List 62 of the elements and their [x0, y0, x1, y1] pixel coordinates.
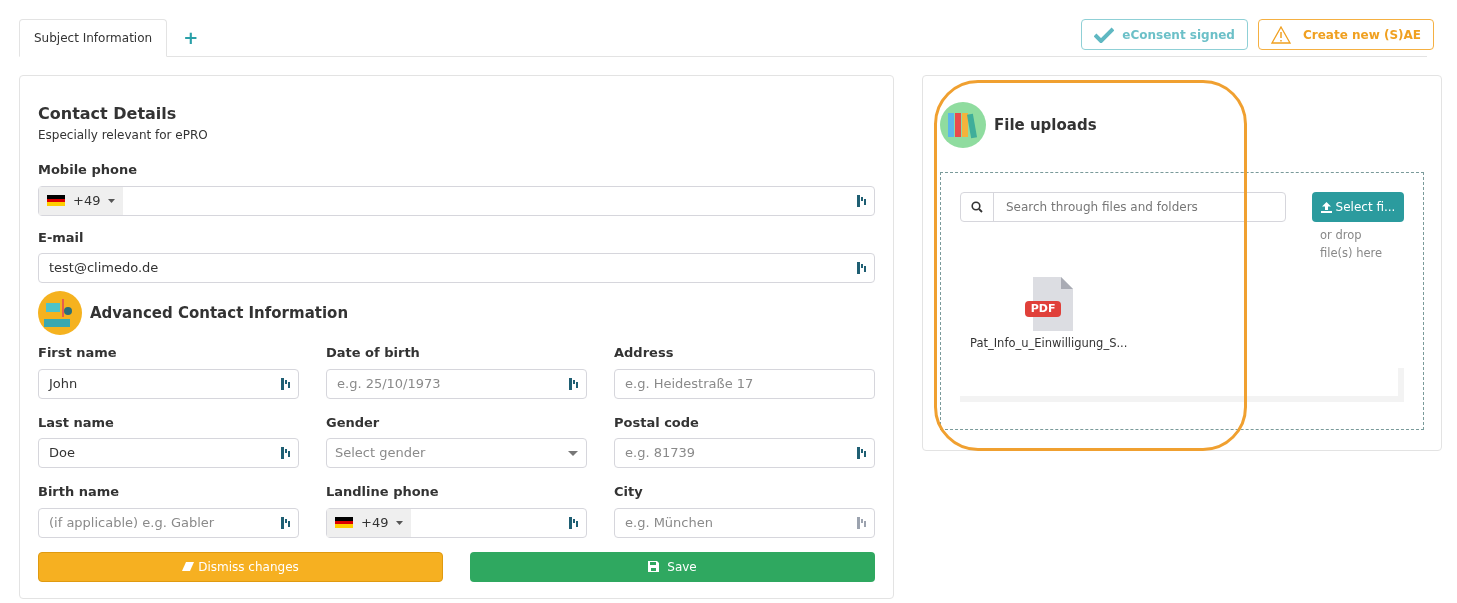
field-label: Postal code [614, 413, 700, 432]
drop-zone[interactable]: Search through files and folders Select fi... or drop file(s) here PDF Pat_Info_u_Einwilligung_S... [940, 172, 1424, 430]
text-field[interactable]: e.g. München [614, 507, 875, 538]
section-title: Contact Details [38, 103, 178, 125]
caret-icon [568, 450, 578, 456]
section-subtitle: Especially relevant for ePRO [38, 127, 209, 144]
dismiss-changes-button[interactable]: Dismiss changes [38, 551, 443, 582]
autofill-icon[interactable] [857, 193, 866, 208]
binders-icon [940, 102, 986, 148]
section-title: Advanced Contact Information [90, 302, 349, 324]
warning-icon [1270, 25, 1291, 44]
field-label: Date of birth [326, 344, 421, 362]
autofill-icon[interactable] [569, 515, 578, 530]
phone-field[interactable]: +49 [38, 185, 875, 216]
file-item[interactable]: PDF Pat_Info_u_Einwilligung_S... [970, 276, 1128, 352]
select-files-button[interactable]: Select fi... [1312, 192, 1404, 222]
search-placeholder: Search through files and folders [1005, 199, 1199, 216]
caret-icon [396, 520, 404, 525]
text-field[interactable]: (if applicable) e.g. Gabler [38, 507, 299, 538]
file-name: Pat_Info_u_Einwilligung_S... [970, 334, 1128, 352]
pdf-badge: PDF [1024, 300, 1062, 318]
contact-illustration-icon [38, 291, 82, 335]
autofill-icon[interactable] [569, 376, 578, 391]
drop-hint: or drop file(s) here [1319, 227, 1384, 262]
field-label: Mobile phone [38, 161, 138, 179]
field-label: Last name [38, 413, 115, 432]
checkmark-icon [1094, 26, 1115, 43]
autofill-icon[interactable] [281, 376, 290, 391]
text-field[interactable]: e.g. 25/10/1973 [326, 368, 587, 399]
add-tab-button[interactable]: + [167, 19, 215, 56]
tab[interactable]: Subject Information [19, 19, 168, 57]
autofill-icon[interactable] [857, 261, 866, 275]
autofill-icon[interactable] [281, 515, 290, 530]
caret-icon [108, 198, 116, 203]
search-icon [971, 201, 983, 213]
gender-select[interactable]: Select gender [326, 438, 587, 468]
search-field[interactable]: Search through files and folders [960, 192, 1286, 222]
field-label: Address [614, 344, 675, 362]
save-button[interactable]: Save [470, 551, 875, 582]
flag-icon [335, 517, 353, 528]
phone-field[interactable]: +49 [326, 507, 587, 538]
section-title: File uploads [994, 114, 1097, 136]
eraser-icon [182, 562, 195, 571]
text-field[interactable]: Doe [38, 438, 299, 468]
upload-icon [1320, 201, 1332, 213]
country-code-select[interactable]: +49 [39, 186, 124, 215]
country-code-select[interactable]: +49 [327, 508, 412, 537]
flag-icon [47, 195, 65, 206]
econsent-button[interactable]: eConsent signed [1081, 19, 1248, 50]
field-label: Gender [326, 413, 381, 432]
autofill-icon[interactable] [857, 446, 866, 460]
field-label: Birth name [38, 483, 121, 501]
text-field[interactable]: e.g. 81739 [614, 438, 875, 468]
create-sae-button[interactable]: Create new (S)AE [1257, 19, 1434, 50]
field-label: First name [38, 344, 118, 362]
text-field[interactable]: e.g. Heidestraße 17 [614, 368, 875, 399]
autofill-icon[interactable] [281, 446, 290, 460]
text-field[interactable]: test@climedo.de [38, 253, 875, 283]
field-label: E-mail [38, 228, 85, 247]
text-field[interactable]: John [38, 368, 299, 399]
field-label: Landline phone [326, 483, 440, 501]
field-label: City [614, 483, 644, 501]
